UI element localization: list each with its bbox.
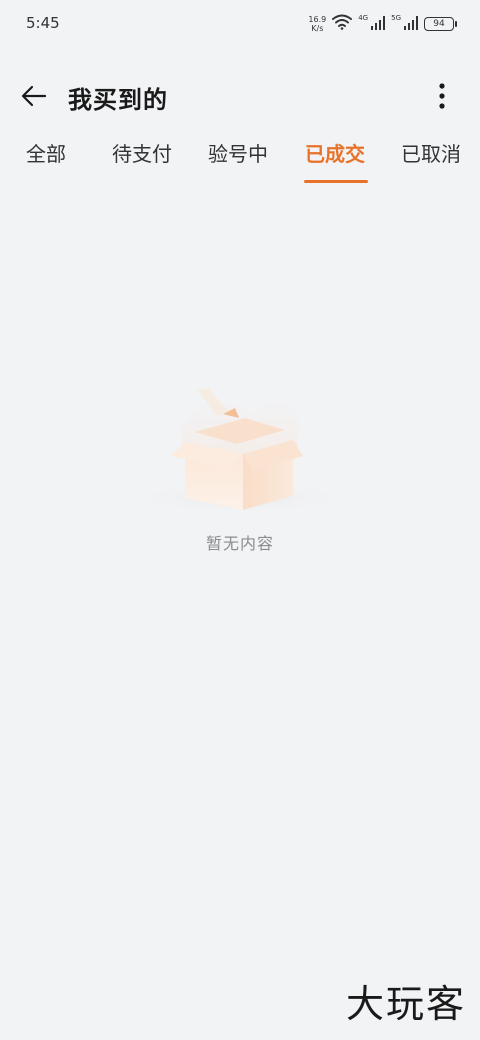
status-icons: 16.9 K/s 4G 5G 94 <box>308 12 457 36</box>
tab-active-indicator <box>304 180 368 183</box>
back-button[interactable] <box>16 78 52 114</box>
wifi-icon <box>332 14 353 34</box>
status-bar: 5:45 16.9 K/s 4G 5G 94 <box>0 0 480 48</box>
network-speed-value: 16.9 <box>308 15 327 24</box>
signal-icon <box>371 15 386 34</box>
network-type-5g: 5G <box>391 14 401 22</box>
order-tabs: 全部 待支付 验号中 已成交 已取消 <box>0 130 480 186</box>
arrow-left-icon <box>21 85 47 107</box>
more-options-button[interactable] <box>424 78 460 114</box>
empty-state: 暂无内容 <box>0 370 480 570</box>
tab-cancelled[interactable]: 已取消 <box>401 138 461 167</box>
tab-completed[interactable]: 已成交 <box>305 138 365 167</box>
tab-all[interactable]: 全部 <box>26 138 66 167</box>
signal-icon <box>404 15 418 34</box>
empty-box-icon <box>130 388 350 514</box>
network-speed-unit: K/s <box>311 24 324 33</box>
network-type-4g: 4G <box>358 14 369 22</box>
network-speed: 16.9 K/s <box>308 15 326 33</box>
tab-verifying[interactable]: 验号中 <box>208 138 268 167</box>
more-vertical-icon <box>439 83 445 109</box>
tab-pending-payment[interactable]: 待支付 <box>112 138 172 167</box>
battery-level: 94 <box>433 19 445 29</box>
battery-icon: 94 <box>424 17 457 31</box>
page-header: 我买到的 <box>0 70 480 122</box>
watermark-logo: 大玩客 <box>345 982 466 1026</box>
empty-message: 暂无内容 <box>205 534 274 553</box>
status-time: 5:45 <box>26 14 60 32</box>
page-title: 我买到的 <box>68 86 168 114</box>
